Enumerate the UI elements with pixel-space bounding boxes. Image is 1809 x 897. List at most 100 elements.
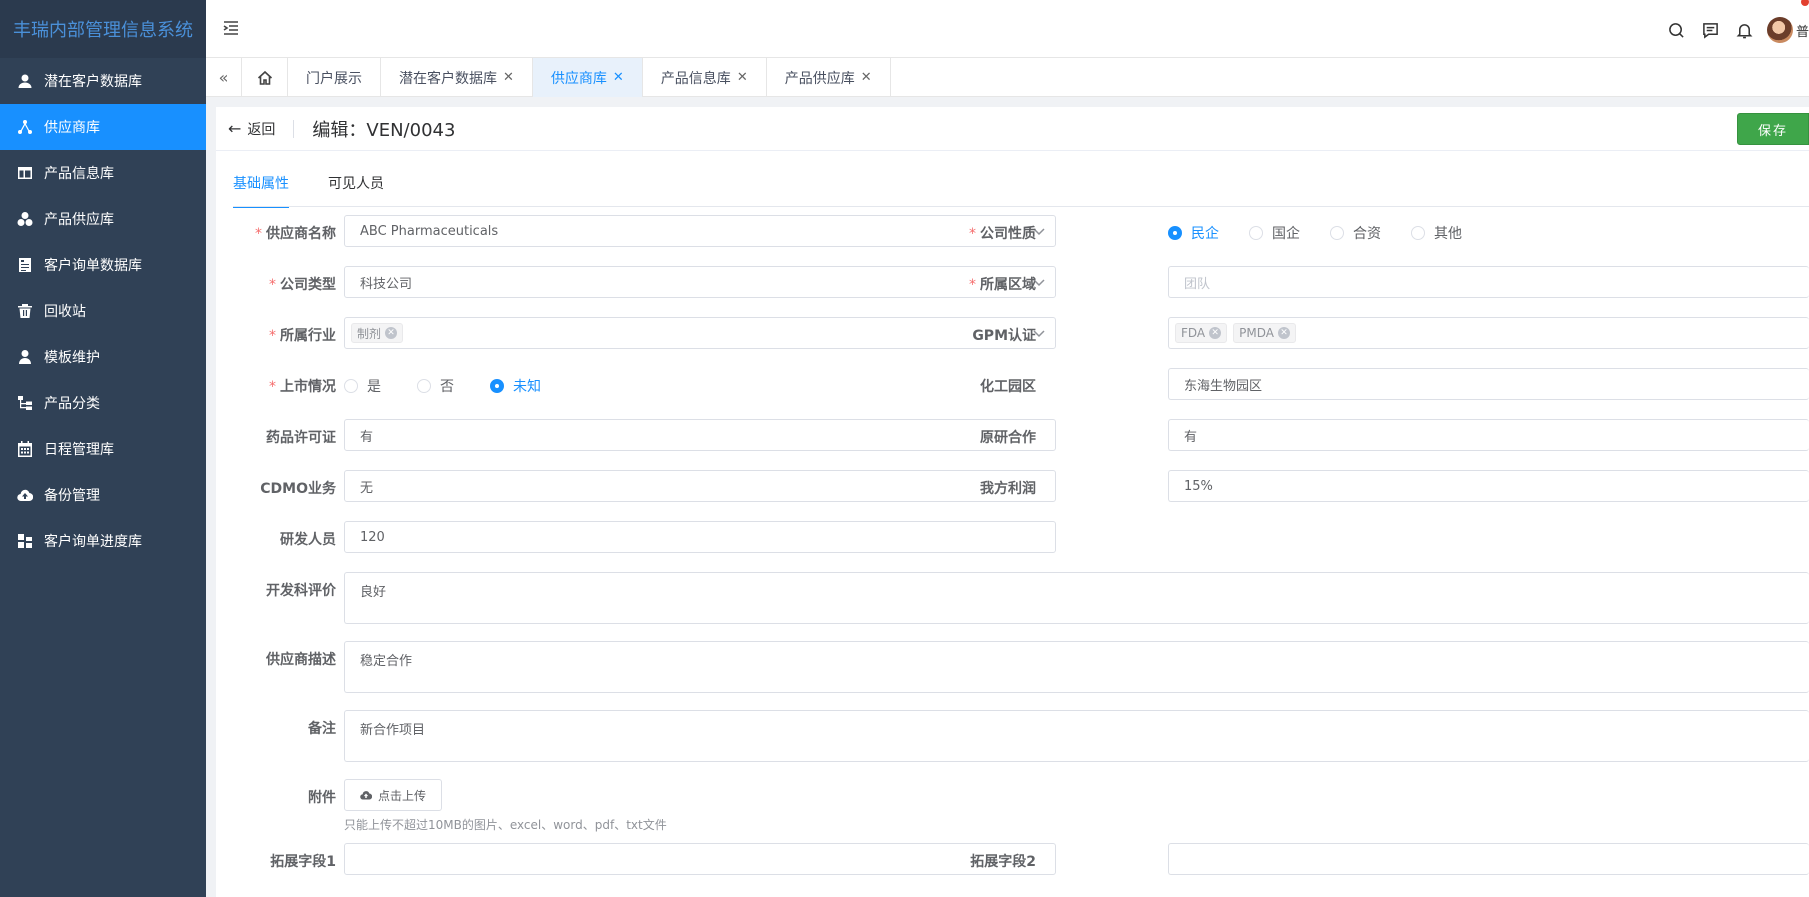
sidebar-item-template[interactable]: 模板维护	[0, 334, 206, 380]
trash-icon	[16, 302, 34, 320]
tab-basic-properties[interactable]: 基础属性	[233, 169, 289, 208]
close-icon[interactable]: ✕	[503, 70, 514, 85]
sidebar-item-label: 客户询单进度库	[44, 534, 142, 550]
tab-label: 供应商库	[550, 70, 607, 87]
rd-staff-label: 研发人员	[280, 532, 336, 548]
close-icon[interactable]: ✕	[861, 70, 872, 85]
user-name[interactable]: 普	[1796, 21, 1809, 40]
sidebar-item-product-category[interactable]: 产品分类	[0, 380, 206, 426]
page-header: ← 返回 编辑：VEN/0043 保存	[216, 107, 1809, 151]
header-actions: 普	[1653, 17, 1809, 43]
drug-license-label: 药品许可证	[266, 430, 336, 446]
sidebar-item-recycle-bin[interactable]: 回收站	[0, 288, 206, 334]
original-coop-label: 原研合作	[980, 430, 1036, 446]
ext2-input[interactable]	[1168, 843, 1809, 875]
tab-portal[interactable]: 门户展示	[288, 58, 381, 97]
tab-product-supply[interactable]: 产品供应库 ✕	[767, 58, 891, 97]
search-icon[interactable]	[1667, 20, 1687, 40]
sidebar-item-backup[interactable]: 备份管理	[0, 472, 206, 518]
person-icon	[16, 348, 34, 366]
tree-icon	[16, 394, 34, 412]
listing-label: * 上市情况	[269, 379, 336, 395]
sidebar-item-potential-customers[interactable]: 潜在客户数据库	[0, 58, 206, 104]
arrow-left-icon: ←	[228, 119, 242, 138]
close-icon[interactable]: ✕	[1277, 327, 1290, 339]
edit-panel: ← 返回 编辑：VEN/0043 保存 基础属性 可见人员 * 供应商名称 ABC…	[216, 107, 1809, 897]
listing-radio-group: 是 否 未知	[344, 376, 571, 396]
sidebar-item-label: 回收站	[44, 304, 86, 320]
supplier-name-label: * 供应商名称	[255, 226, 336, 242]
our-profit-value: 15%	[1184, 478, 1213, 494]
user-group-icon	[16, 72, 34, 90]
back-button[interactable]: ← 返回	[228, 119, 295, 138]
radio-no[interactable]: 否	[417, 376, 454, 396]
close-icon[interactable]: ✕	[385, 327, 398, 339]
page-title: 编辑：VEN/0043	[312, 119, 456, 141]
cubes-icon	[16, 210, 34, 228]
dev-eval-label: 开发科评价	[266, 583, 336, 599]
chem-park-value: 东海生物园区	[1184, 378, 1263, 394]
form-tabs: 基础属性 可见人员	[233, 169, 423, 208]
company-nature-label: * 公司性质	[969, 226, 1036, 242]
radio-yes[interactable]: 是	[344, 376, 381, 396]
tabs-divider	[233, 206, 1809, 207]
sidebar-item-suppliers[interactable]: 供应商库	[0, 104, 206, 150]
rd-staff-input[interactable]: 120	[344, 521, 1056, 553]
menu-toggle-icon[interactable]	[222, 19, 242, 39]
attachment-label: 附件	[308, 790, 336, 806]
sidebar-item-label: 日程管理库	[44, 442, 114, 458]
chem-park-input[interactable]: 东海生物园区	[1168, 368, 1809, 400]
form-icon	[16, 256, 34, 274]
avatar[interactable]	[1766, 17, 1793, 43]
sidebar-item-label: 备份管理	[44, 488, 100, 504]
close-icon[interactable]: ✕	[737, 70, 748, 85]
supplier-name-value: ABC Pharmaceuticals	[360, 223, 499, 239]
radio-private[interactable]: 民企	[1168, 223, 1219, 243]
region-input[interactable]: 团队	[1168, 266, 1809, 298]
home-icon[interactable]	[242, 58, 288, 97]
sidebar-item-inquiry-progress[interactable]: 客户询单进度库	[0, 518, 206, 564]
upload-hint: 只能上传不超过10MB的图片、excel、word、pdf、txt文件	[344, 818, 667, 832]
sidebar-item-label: 客户询单数据库	[44, 258, 142, 274]
tab-suppliers[interactable]: 供应商库 ✕	[532, 58, 643, 97]
app-logo: 丰瑞内部管理信息系统	[0, 0, 206, 58]
upload-button[interactable]: 点击上传	[344, 779, 443, 811]
company-type-label: * 公司类型	[269, 277, 336, 293]
sidebar-item-product-info[interactable]: 产品信息库	[0, 150, 206, 196]
tab-potential-customers[interactable]: 潜在客户数据库 ✕	[381, 58, 533, 97]
close-icon[interactable]: ✕	[613, 70, 624, 85]
double-chevron-left-icon[interactable]: «	[206, 58, 242, 97]
tab-bar: « 门户展示 潜在客户数据库 ✕ 供应商库 ✕ 产品信息库 ✕ 产品供应库 ✕	[206, 58, 1809, 97]
industry-tag: 制剂 ✕	[351, 323, 404, 343]
original-coop-input[interactable]: 有	[1168, 419, 1809, 451]
cloud-upload-icon	[16, 486, 34, 504]
tab-visible-personnel[interactable]: 可见人员	[328, 169, 384, 208]
dev-eval-value: 良好	[360, 585, 387, 600]
bell-icon[interactable]	[1735, 20, 1755, 40]
save-button[interactable]: 保存	[1737, 113, 1809, 145]
radio-joint-venture[interactable]: 合资	[1330, 223, 1381, 243]
radio-state-owned[interactable]: 国企	[1249, 223, 1300, 243]
gpm-tag: PMDA ✕	[1233, 323, 1296, 343]
gpm-select[interactable]: FDA ✕ PMDA ✕	[1168, 317, 1809, 349]
supplier-desc-textarea[interactable]: 稳定合作	[344, 641, 1809, 693]
radio-unknown[interactable]: 未知	[490, 376, 541, 396]
message-icon[interactable]	[1701, 20, 1721, 40]
ext2-label: 拓展字段2	[970, 854, 1036, 870]
back-label: 返回	[247, 121, 276, 138]
remark-textarea[interactable]: 新合作项目	[344, 710, 1809, 762]
sidebar-item-product-supply[interactable]: 产品供应库	[0, 196, 206, 242]
sidebar-item-label: 产品供应库	[44, 212, 114, 228]
radio-other[interactable]: 其他	[1411, 223, 1462, 243]
close-icon[interactable]: ✕	[1209, 327, 1222, 339]
our-profit-input[interactable]: 15%	[1168, 470, 1809, 502]
sidebar-item-label: 供应商库	[44, 120, 100, 136]
sidebar-item-customer-inquiry[interactable]: 客户询单数据库	[0, 242, 206, 288]
industry-label: * 所属行业	[269, 328, 336, 344]
supplier-desc-value: 稳定合作	[360, 654, 413, 669]
remark-value: 新合作项目	[360, 723, 426, 738]
sidebar-item-schedule[interactable]: 日程管理库	[0, 426, 206, 472]
gpm-tag: FDA ✕	[1175, 323, 1228, 343]
dev-eval-textarea[interactable]: 良好	[344, 572, 1809, 624]
tab-product-info[interactable]: 产品信息库 ✕	[643, 58, 767, 97]
